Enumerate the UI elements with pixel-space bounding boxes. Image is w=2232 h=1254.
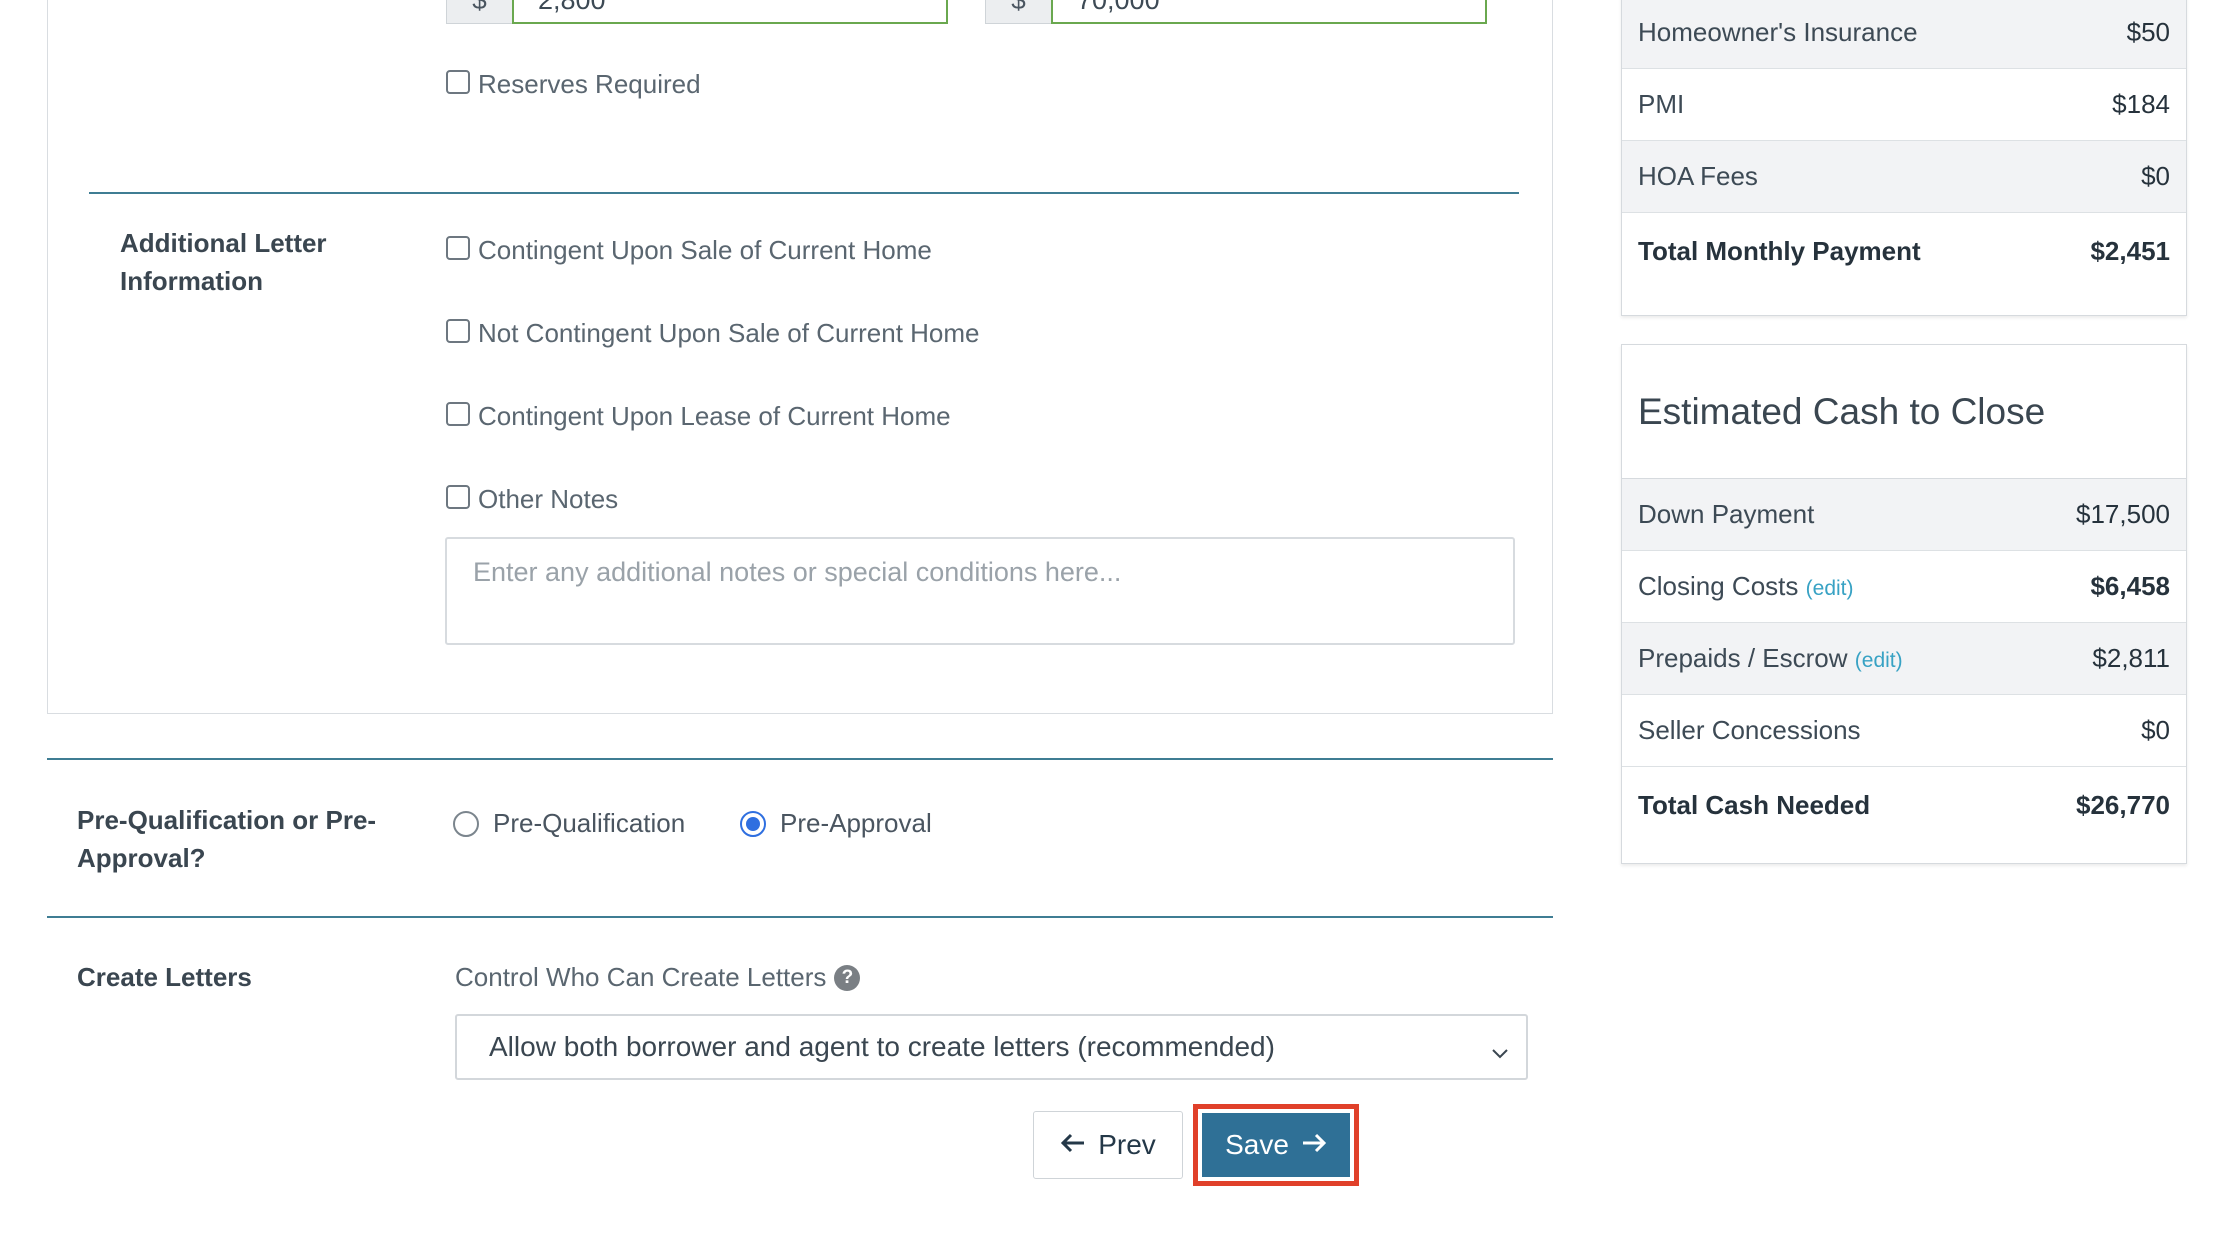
radio-label: Pre-Approval: [780, 808, 932, 838]
checkbox-box[interactable]: [446, 401, 470, 426]
cash-row-prepaids: Prepaids / Escrow (edit) $2,811: [1622, 623, 2186, 695]
other-notes-textarea[interactable]: Enter any additional notes or special co…: [445, 537, 1515, 645]
create-letters-select[interactable]: Allow both borrower and agent to create …: [455, 1014, 1528, 1080]
chevron-down-icon: [1490, 1038, 1510, 1070]
payment-row-insurance: Homeowner's Insurance $50: [1622, 0, 2186, 69]
cash-row-closing-costs: Closing Costs (edit) $6,458: [1622, 551, 2186, 623]
pre-approval-radio[interactable]: Pre-Approval: [740, 808, 932, 839]
row-label-group: Closing Costs (edit): [1638, 571, 1854, 601]
row-value: $26,770: [2076, 789, 2170, 820]
row-label: Prepaids / Escrow: [1638, 643, 1848, 673]
row-label: Homeowner's Insurance: [1638, 17, 1918, 47]
save-label: Save: [1225, 1129, 1289, 1160]
row-label: HOA Fees: [1638, 161, 1758, 191]
additional-letter-label: Additional Letter Information: [120, 228, 327, 296]
radio-button[interactable]: [453, 810, 479, 837]
row-label: Seller Concessions: [1638, 715, 1861, 745]
other-notes-checkbox[interactable]: Other Notes: [446, 484, 618, 515]
row-label: Total Cash Needed: [1638, 789, 1871, 820]
amount-input-2[interactable]: 70,000: [1051, 0, 1487, 24]
cash-row-total: Total Cash Needed $26,770: [1622, 767, 2186, 843]
checkbox-label: Contingent Upon Sale of Current Home: [478, 235, 932, 265]
amount-input-1[interactable]: 2,800: [512, 0, 948, 24]
arrow-right-icon: [1301, 1129, 1327, 1161]
contingent-sale-checkbox[interactable]: Contingent Upon Sale of Current Home: [446, 235, 932, 266]
checkbox-box[interactable]: [446, 235, 470, 260]
row-value: $6,458: [2090, 571, 2170, 601]
control-letters-label-row: Control Who Can Create Letters ?: [455, 962, 861, 993]
radio-button-selected[interactable]: [740, 810, 766, 837]
checkbox-label: Other Notes: [478, 484, 619, 514]
edit-link[interactable]: edit: [1813, 577, 1847, 600]
row-label: Closing Costs: [1638, 571, 1799, 601]
cash-row-down-payment: Down Payment $17,500: [1622, 479, 2186, 551]
row-value: $17,500: [2076, 499, 2170, 529]
checkbox-box[interactable]: [446, 69, 470, 94]
checkbox-label: Reserves Required: [478, 69, 701, 99]
prequal-label: Pre-Qualification or Pre-Approval?: [77, 805, 377, 873]
row-value: $50: [2126, 17, 2170, 47]
row-label-group: Prepaids / Escrow (edit): [1638, 643, 1903, 673]
not-contingent-sale-checkbox[interactable]: Not Contingent Upon Sale of Current Home: [446, 318, 980, 349]
create-letters-label: Create Letters: [77, 962, 252, 992]
checkbox-label: Contingent Upon Lease of Current Home: [478, 401, 951, 431]
help-icon[interactable]: ?: [834, 964, 861, 991]
row-value: $0: [2141, 161, 2170, 191]
checkbox-box[interactable]: [446, 318, 470, 343]
payment-row-hoa: HOA Fees $0: [1622, 141, 2186, 213]
row-label: PMI: [1638, 89, 1685, 119]
amount-field-2: $ 70,000: [985, 0, 1487, 24]
cash-row-seller-concessions: Seller Concessions $0: [1622, 695, 2186, 767]
save-button[interactable]: Save: [1202, 1113, 1350, 1177]
save-button-highlight: Save: [1193, 1104, 1359, 1186]
row-label: Down Payment: [1638, 499, 1815, 529]
section-divider: [47, 916, 1553, 918]
control-letters-label: Control Who Can Create Letters: [455, 962, 827, 992]
payment-row-total: Total Monthly Payment $2,451: [1622, 213, 2186, 289]
radio-label: Pre-Qualification: [493, 808, 686, 838]
row-label: Total Monthly Payment: [1638, 235, 1921, 266]
payment-row-pmi: PMI $184: [1622, 69, 2186, 141]
checkbox-label: Not Contingent Upon Sale of Current Home: [478, 318, 980, 348]
prev-label: Prev: [1098, 1129, 1156, 1160]
contingent-lease-checkbox[interactable]: Contingent Upon Lease of Current Home: [446, 401, 951, 432]
edit-link[interactable]: edit: [1862, 649, 1896, 672]
checkbox-box[interactable]: [446, 484, 470, 509]
currency-prefix: $: [446, 0, 512, 24]
prev-button[interactable]: Prev: [1033, 1111, 1183, 1179]
cash-to-close-title: Estimated Cash to Close: [1622, 345, 2186, 479]
row-value: $184: [2112, 89, 2170, 119]
currency-prefix: $: [985, 0, 1051, 24]
row-value: $0: [2141, 715, 2170, 745]
row-value: $2,811: [2092, 643, 2170, 673]
cash-to-close-card: Estimated Cash to Close Down Payment $17…: [1621, 344, 2187, 864]
select-value: Allow both borrower and agent to create …: [489, 1031, 1275, 1062]
row-value: $2,451: [2090, 235, 2170, 266]
monthly-payment-card: Homeowner's Insurance $50 PMI $184 HOA F…: [1621, 0, 2187, 316]
amount-field-1: $ 2,800: [446, 0, 948, 24]
pre-qualification-radio[interactable]: Pre-Qualification: [453, 808, 685, 839]
reserves-required-checkbox[interactable]: Reserves Required: [446, 69, 701, 100]
arrow-left-icon: [1060, 1129, 1086, 1161]
section-divider: [47, 758, 1553, 760]
section-divider: [89, 192, 1519, 194]
